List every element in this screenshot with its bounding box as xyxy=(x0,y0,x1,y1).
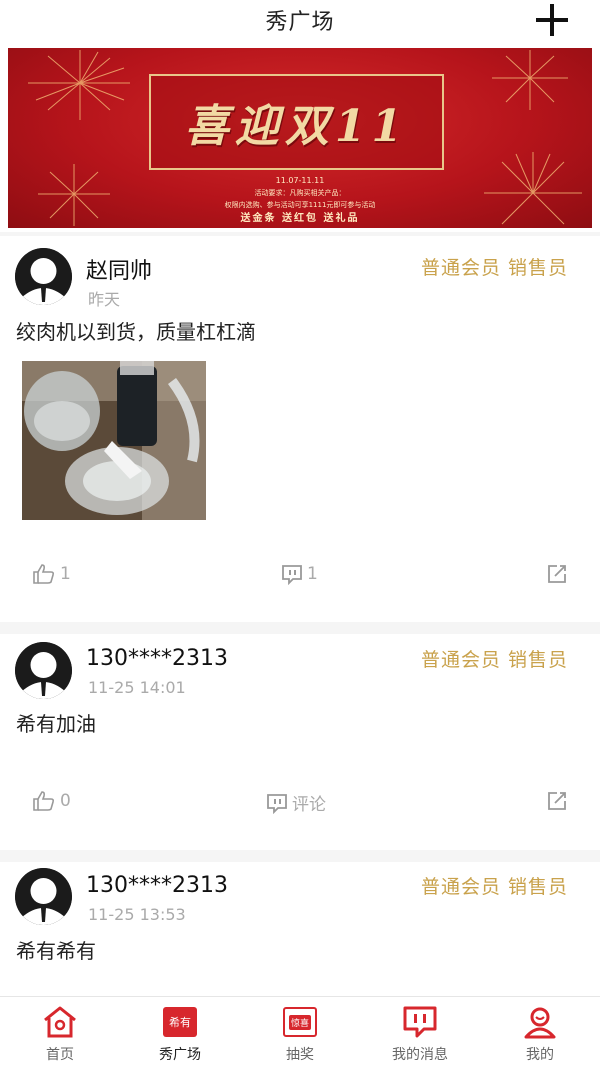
add-post-button[interactable] xyxy=(534,2,570,38)
comment-button[interactable]: 1 xyxy=(281,563,318,585)
promo-banner[interactable]: 喜迎双11 11.07-11.11 活动要求：凡购买相关产品： 权限内选购、参与… xyxy=(8,48,592,228)
nav-item-home[interactable]: 首页 xyxy=(0,997,120,1067)
post-card[interactable]: 130****2313 11-25 14:01 普通会员 销售员 希有加油 0 … xyxy=(0,634,600,850)
banner-section: 喜迎双11 11.07-11.11 活动要求：凡购买相关产品： 权限内选购、参与… xyxy=(0,40,600,232)
banner-slogan: 送金条 送红包 送礼品 xyxy=(240,213,360,224)
member-tag: 普通会员 销售员 xyxy=(420,876,568,898)
nav-label: 抽奖 xyxy=(286,1047,314,1063)
avatar[interactable] xyxy=(15,642,72,699)
username[interactable]: 130****2313 xyxy=(86,873,228,898)
firework-decoration xyxy=(28,50,130,120)
bottom-nav: 首页 希有 秀广场 惊喜 抽奖 我的消息 我的 xyxy=(0,996,600,1067)
comment-label: 评论 xyxy=(292,795,326,815)
plus-icon xyxy=(536,4,568,36)
banner-date: 11.07-11.11 xyxy=(275,176,325,185)
like-count: 0 xyxy=(60,791,71,811)
home-icon xyxy=(42,1005,78,1039)
nav-item-messages[interactable]: 我的消息 xyxy=(360,997,480,1067)
xiuyou-badge-icon: 希有 xyxy=(162,1005,198,1039)
post-text: 希有希有 xyxy=(16,939,96,963)
user-silhouette-icon xyxy=(15,642,72,699)
post-card[interactable]: 赵同帅 昨天 普通会员 销售员 绞肉机以到货，质量杠杠滴 1 1 xyxy=(0,236,600,622)
post-text: 绞肉机以到货，质量杠杠滴 xyxy=(16,320,256,344)
post-card[interactable]: 130****2313 11-25 13:53 普通会员 销售员 希有希有 xyxy=(0,862,600,996)
banner-title: 喜迎双11 xyxy=(184,101,409,152)
post-text: 希有加油 xyxy=(16,712,96,736)
comment-button[interactable]: 评论 xyxy=(266,790,326,815)
share-button[interactable] xyxy=(546,790,568,812)
comment-icon xyxy=(267,793,287,814)
username[interactable]: 赵同帅 xyxy=(86,253,152,285)
profile-icon xyxy=(522,1005,558,1039)
photo-image xyxy=(22,361,206,520)
member-tag: 普通会员 销售员 xyxy=(420,649,568,671)
username[interactable]: 130****2313 xyxy=(86,646,228,671)
comment-count: 1 xyxy=(307,564,318,584)
banner-title-frame: 喜迎双11 xyxy=(149,74,444,170)
nav-label: 首页 xyxy=(46,1047,74,1063)
post-time: 11-25 13:53 xyxy=(88,905,186,924)
like-button[interactable]: 0 xyxy=(32,790,71,812)
nav-badge-text: 希有 xyxy=(163,1007,197,1037)
nav-badge-text: 惊喜 xyxy=(288,1014,311,1030)
thumbs-up-icon xyxy=(33,564,55,584)
user-silhouette-icon xyxy=(15,248,72,305)
user-silhouette-icon xyxy=(15,868,72,925)
avatar[interactable] xyxy=(15,248,72,305)
nav-item-profile[interactable]: 我的 xyxy=(480,997,600,1067)
nav-label: 我的 xyxy=(526,1047,554,1063)
message-icon xyxy=(402,1005,438,1039)
top-header: 秀广场 xyxy=(0,0,600,40)
post-time: 11-25 14:01 xyxy=(88,678,186,697)
nav-item-lottery[interactable]: 惊喜 抽奖 xyxy=(240,997,360,1067)
app-screen: 秀广场 喜迎双11 11.07-11.11 活动要求：凡购买相关产品： 权限内选… xyxy=(0,0,600,1067)
nav-label: 秀广场 xyxy=(159,1047,201,1063)
post-time: 昨天 xyxy=(88,290,121,309)
lottery-icon: 惊喜 xyxy=(282,1005,318,1039)
nav-label: 我的消息 xyxy=(392,1047,448,1063)
like-button[interactable]: 1 xyxy=(32,563,71,585)
thumbs-up-icon xyxy=(33,791,55,811)
avatar[interactable] xyxy=(15,868,72,925)
firework-decoration xyxy=(492,50,568,110)
member-tag: 普通会员 销售员 xyxy=(420,257,568,279)
share-edit-icon xyxy=(548,565,566,583)
banner-description: 活动要求：凡购买相关产品： xyxy=(254,189,346,197)
nav-item-xiuguangchang[interactable]: 希有 秀广场 xyxy=(120,997,240,1067)
post-photo[interactable] xyxy=(22,361,206,520)
share-button[interactable] xyxy=(546,563,568,585)
page-title: 秀广场 xyxy=(265,10,335,35)
share-edit-icon xyxy=(548,792,566,810)
comment-icon xyxy=(282,565,302,585)
like-count: 1 xyxy=(60,564,71,584)
lottery-badge: 惊喜 xyxy=(283,1007,317,1037)
